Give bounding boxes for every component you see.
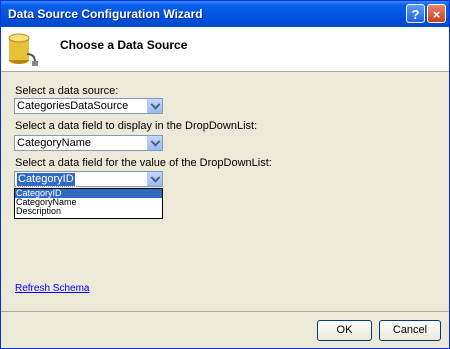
cancel-button[interactable]: Cancel xyxy=(379,320,441,341)
data-source-label: Select a data source: xyxy=(15,85,119,97)
display-field-label: Select a data field to display in the Dr… xyxy=(15,120,258,132)
close-button[interactable]: × xyxy=(427,4,446,23)
refresh-schema-link[interactable]: Refresh Schema xyxy=(15,283,89,294)
help-button[interactable]: ? xyxy=(406,4,425,23)
chevron-down-icon[interactable] xyxy=(147,136,162,150)
display-field-combobox[interactable]: CategoryName xyxy=(14,135,163,151)
data-source-value: CategoriesDataSource xyxy=(17,100,129,112)
value-field-combobox[interactable]: CategoryID xyxy=(14,171,163,187)
chevron-down-icon[interactable] xyxy=(147,99,162,113)
database-icon xyxy=(8,33,38,66)
display-field-value: CategoryName xyxy=(17,137,91,149)
data-source-combobox[interactable]: CategoriesDataSource xyxy=(14,98,163,114)
chevron-down-icon[interactable] xyxy=(147,172,162,186)
value-field-label: Select a data field for the value of the… xyxy=(15,157,272,169)
title-bar[interactable]: Data Source Configuration Wizard ? × xyxy=(1,1,449,27)
value-field-value: CategoryID xyxy=(16,172,76,187)
dropdown-option[interactable]: Description xyxy=(15,207,162,216)
wizard-window: Data Source Configuration Wizard ? × Cho… xyxy=(0,0,450,349)
wizard-body: Select a data source: CategoriesDataSour… xyxy=(1,72,449,348)
wizard-header: Choose a Data Source xyxy=(1,27,449,72)
page-title: Choose a Data Source xyxy=(60,38,188,52)
wizard-footer: OK Cancel xyxy=(1,311,449,349)
ok-button[interactable]: OK xyxy=(317,320,372,341)
window-title: Data Source Configuration Wizard xyxy=(8,7,203,21)
value-field-dropdown-list[interactable]: CategoryID CategoryName Description xyxy=(14,188,163,219)
